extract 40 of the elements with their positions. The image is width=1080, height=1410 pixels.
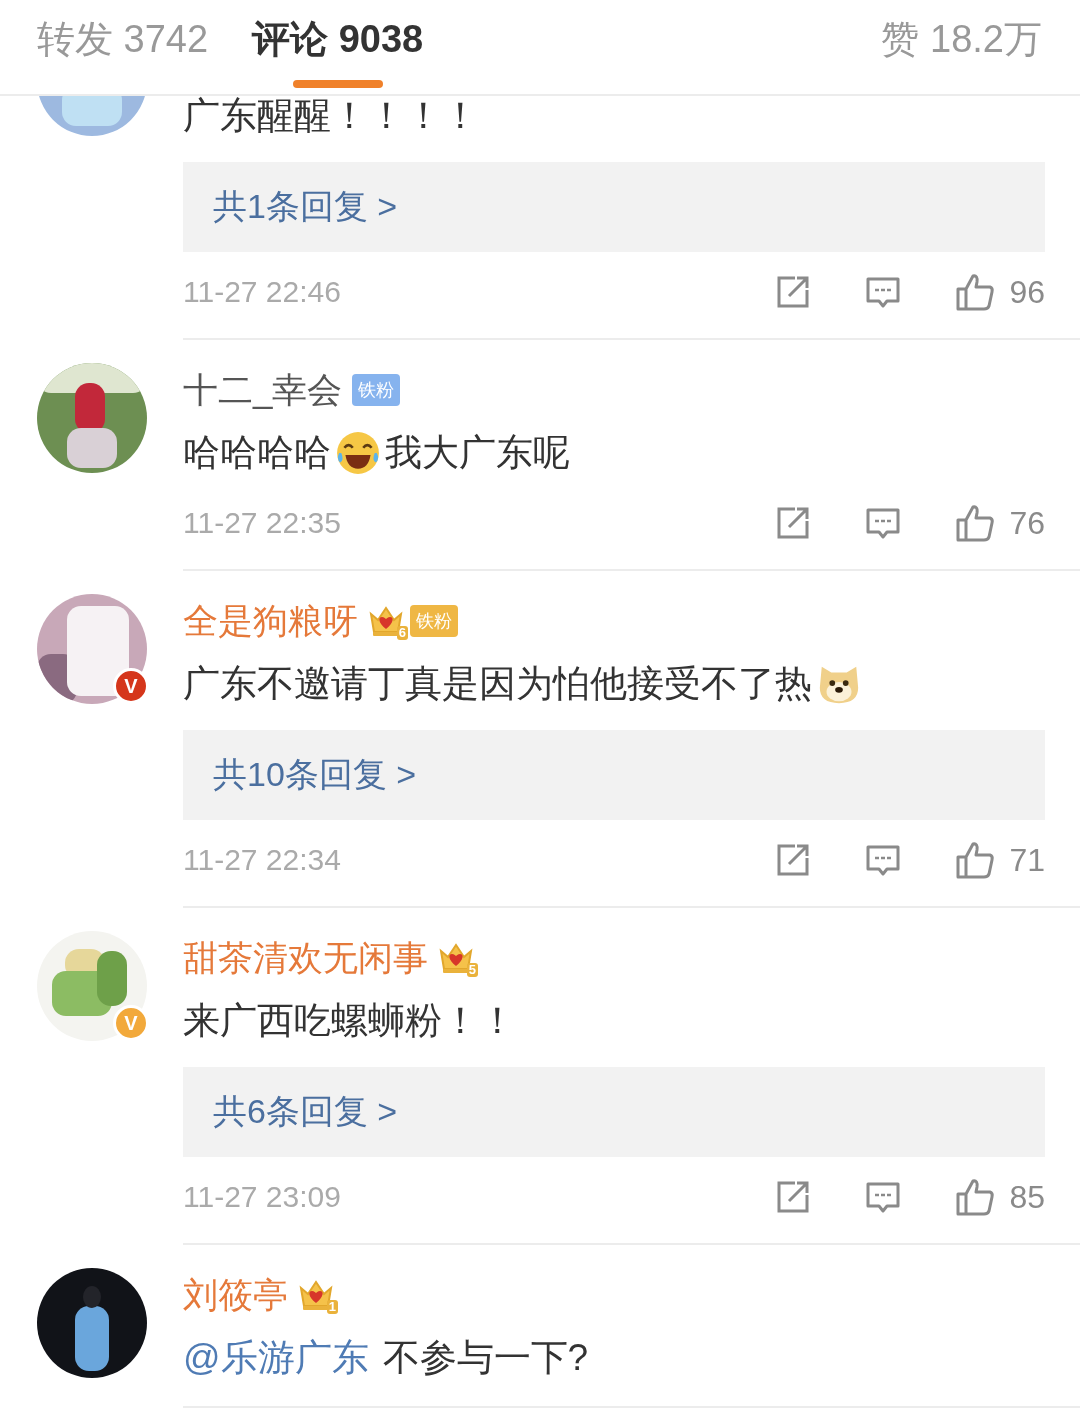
like-count: 85 <box>1009 1178 1045 1216</box>
replies-link[interactable]: 共1条回复 > <box>183 162 1045 252</box>
verified-badge: V <box>113 1005 149 1041</box>
comment-text: 广东醒醒！！！！ <box>183 96 480 138</box>
like-count: 71 <box>1009 841 1045 879</box>
fan-badge: 铁粉 <box>410 605 458 637</box>
user-name[interactable]: 刘筱亭 <box>183 1271 288 1319</box>
share-icon[interactable] <box>775 274 812 310</box>
crown-icon <box>438 941 474 975</box>
laughing-emoji-icon <box>335 430 381 476</box>
thumbs-up-icon[interactable] <box>955 1178 996 1216</box>
comment-time: 11-27 23:09 <box>183 1180 341 1214</box>
thumbs-up-icon[interactable] <box>955 273 996 311</box>
thumbs-up-icon[interactable] <box>955 841 996 879</box>
thumbs-up-icon[interactable] <box>955 504 996 542</box>
tab[interactable]: 转发 3742 <box>37 0 209 94</box>
replies-link[interactable]: 共6条回复 > <box>183 1067 1045 1157</box>
verified-badge: V <box>113 668 149 704</box>
user-name[interactable]: 甜茶清欢无闲事 <box>183 934 428 982</box>
comment-time: 11-27 22:46 <box>183 275 341 309</box>
share-icon[interactable] <box>775 505 812 541</box>
user-name[interactable]: 全是狗粮呀 <box>183 597 358 645</box>
comment-time: 11-27 22:35 <box>183 506 341 540</box>
likes-tab[interactable]: 赞 18.2万 <box>881 0 1042 94</box>
user-name[interactable]: 十二_幸会 <box>183 366 343 414</box>
share-icon[interactable] <box>775 842 812 878</box>
comment-time: 11-27 22:34 <box>183 843 341 877</box>
comment-text: 广东不邀请丁真是因为怕他接受不了热 <box>183 654 1080 714</box>
share-icon[interactable] <box>775 1179 812 1215</box>
mention-link[interactable]: @乐游广东 <box>183 1333 369 1383</box>
replies-link[interactable]: 共10条回复 > <box>183 730 1045 820</box>
crown-icon <box>368 604 404 638</box>
comment-text: 来广西吃螺蛳粉！！ <box>183 999 517 1043</box>
comment-text: @乐游广东 不参与一下? <box>183 1328 1080 1388</box>
like-count: 76 <box>1009 504 1045 542</box>
fan-badge: 铁粉 <box>352 374 401 406</box>
tab[interactable]: 评论 9038 <box>252 0 424 94</box>
like-count: 96 <box>1009 273 1045 311</box>
crown-icon <box>298 1278 334 1312</box>
comment-text: 哈哈哈哈 我大广东呢 <box>183 423 1080 483</box>
